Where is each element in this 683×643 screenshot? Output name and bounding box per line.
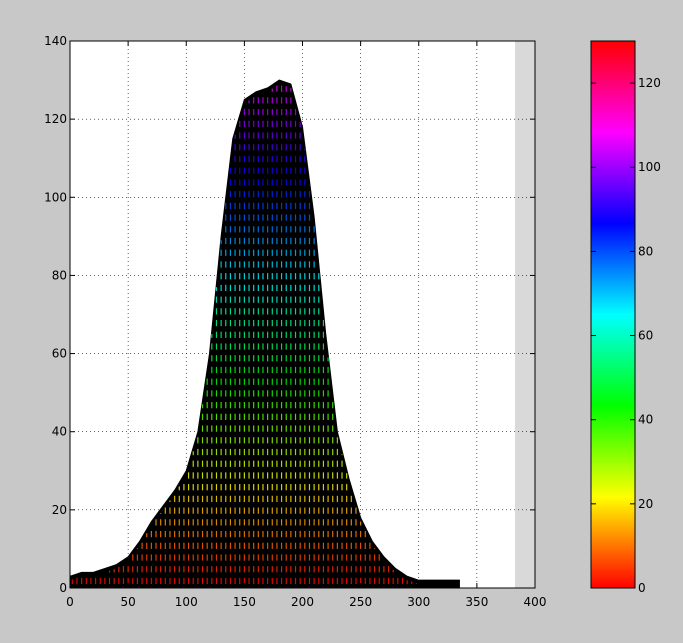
x-tick-label: 300 [407,595,430,609]
y-tick-label: 0 [59,581,67,595]
colorbar-tick-label: 60 [638,329,653,343]
y-tick-label: 80 [52,268,67,282]
y-tick-label: 40 [52,425,67,439]
x-tick-label: 100 [175,595,198,609]
x-tick-label: 250 [349,595,372,609]
colorbar-tick-label: 0 [638,581,646,595]
colorbar-tick-label: 100 [638,160,661,174]
figure: 0 50 100 150 200 250 300 350 400 020406080100120… [44,34,661,609]
x-tick-label: 150 [233,595,256,609]
colorbar [590,40,636,589]
colorbar-tick-label: 40 [638,413,653,427]
colorbar-tick-label: 80 [638,244,653,258]
x-tick-label: 0 [66,595,74,609]
colorbar-tick-label: 20 [638,497,653,511]
y-tick-label: 20 [52,503,67,517]
y-tick-label: 120 [44,112,67,126]
y-tick-label: 100 [44,190,67,204]
plot-shaded-strip [515,41,535,588]
x-tick-label: 200 [291,595,314,609]
y-tick-label: 140 [44,34,67,48]
colorbar-tick-label: 120 [638,76,661,90]
x-tick-label: 400 [524,595,547,609]
x-tick-label: 350 [465,595,488,609]
y-tick-label: 60 [52,347,67,361]
x-tick-label: 50 [120,595,135,609]
